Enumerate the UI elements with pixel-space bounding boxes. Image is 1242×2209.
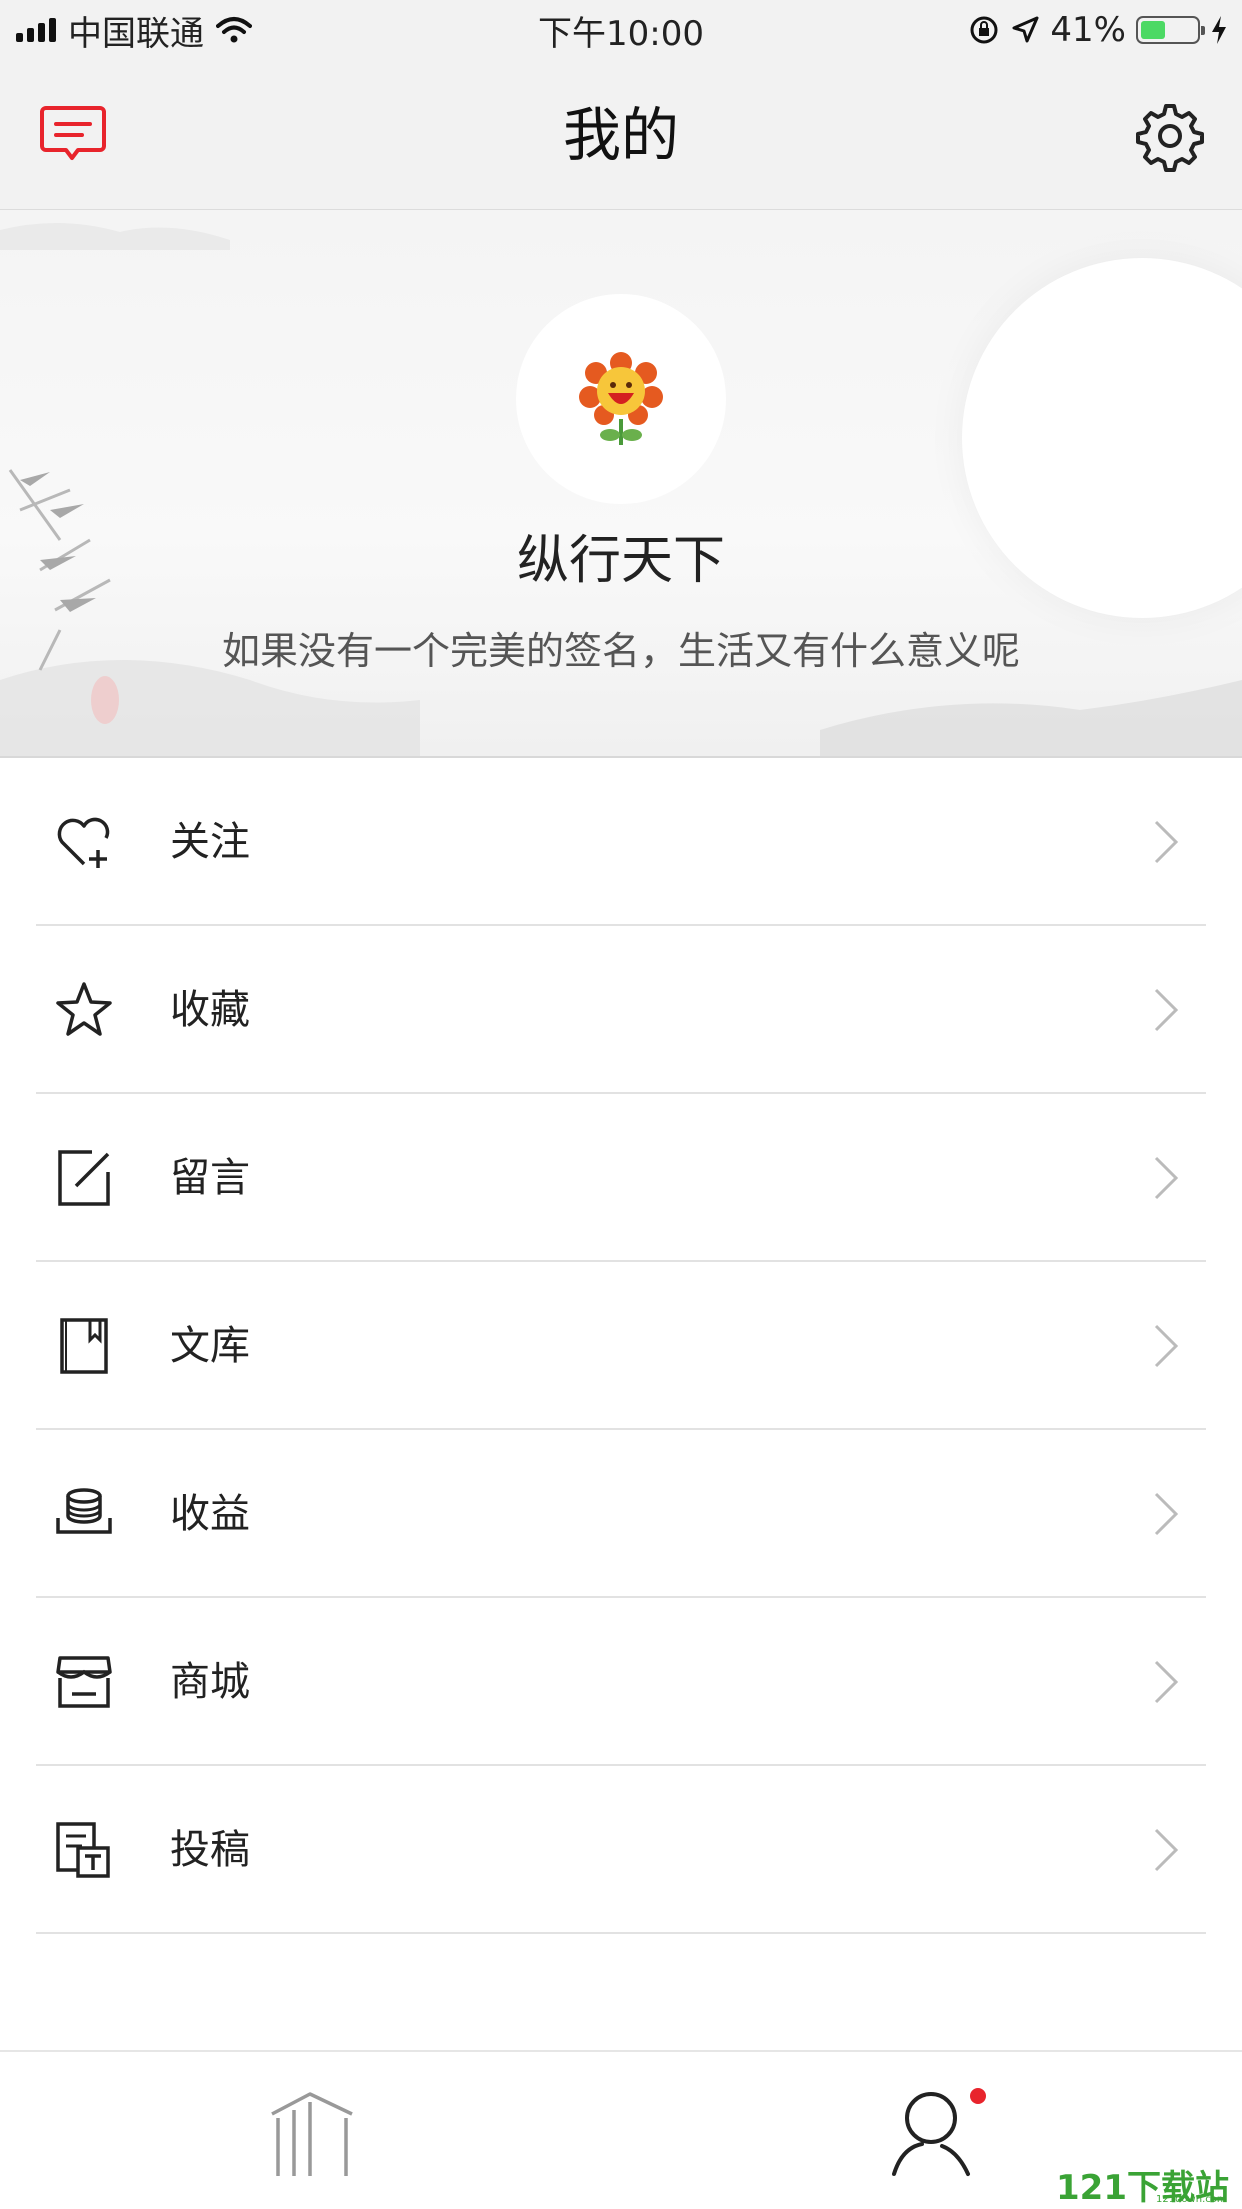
menu-list: 关注 收藏 留言 文库 收益 商城 投稿 <box>0 758 1242 1934</box>
battery-percent: 41% <box>1050 10 1126 50</box>
nav-bar: 我的 <box>0 60 1242 210</box>
menu-item-label: 商城 <box>170 1659 250 1705</box>
location-icon <box>1012 16 1039 43</box>
gear-icon[interactable] <box>1134 100 1206 172</box>
username: 纵行天下 <box>516 531 725 591</box>
menu-item-comments[interactable]: 留言 <box>0 1094 1242 1262</box>
divider <box>36 1932 1206 1934</box>
notification-dot <box>970 2088 986 2104</box>
menu-item-earnings[interactable]: 收益 <box>0 1430 1242 1598</box>
carrier-label: 中国联通 <box>68 13 204 54</box>
menu-item-library[interactable]: 文库 <box>0 1262 1242 1430</box>
user-signature: 如果没有一个完美的签名，生活又有什么意义呢 <box>221 629 1020 673</box>
book-icon <box>60 1318 108 1374</box>
menu-item-label: 关注 <box>170 819 250 865</box>
edit-icon <box>58 1150 110 1206</box>
chevron-right-icon <box>1154 1492 1179 1536</box>
store-icon <box>56 1656 112 1708</box>
page-title: 我的 <box>562 101 679 169</box>
chevron-right-icon <box>1154 1156 1179 1200</box>
signal-icon <box>16 18 56 42</box>
home-icon[interactable] <box>266 2088 358 2180</box>
coins-icon <box>56 1488 112 1534</box>
menu-item-label: 收益 <box>170 1491 250 1537</box>
heart-plus-icon <box>57 817 110 868</box>
battery-icon <box>1136 16 1205 44</box>
charging-icon <box>1212 16 1226 44</box>
rotation-lock-icon <box>970 16 998 44</box>
chevron-right-icon <box>1154 988 1179 1032</box>
wifi-icon <box>216 17 252 43</box>
star-icon <box>56 982 112 1036</box>
menu-item-label: 投稿 <box>170 1827 250 1873</box>
chevron-right-icon <box>1154 1660 1179 1704</box>
chevron-right-icon <box>1154 1324 1179 1368</box>
profile-header: 纵行天下 如果没有一个完美的签名，生活又有什么意义呢 <box>0 210 1242 758</box>
document-icon <box>56 1822 110 1878</box>
sunflower-avatar-icon <box>579 352 663 445</box>
menu-item-label: 收藏 <box>170 987 250 1033</box>
menu-item-submit[interactable]: 投稿 <box>0 1766 1242 1934</box>
avatar[interactable] <box>516 294 726 504</box>
user-icon[interactable] <box>886 2084 976 2180</box>
status-bar: 中国联通 下午10:00 41% <box>0 0 1242 60</box>
menu-item-follow[interactable]: 关注 <box>0 758 1242 926</box>
menu-item-label: 文库 <box>170 1323 250 1369</box>
chevron-right-icon <box>1154 820 1179 864</box>
menu-item-label: 留言 <box>170 1155 250 1201</box>
menu-item-favorites[interactable]: 收藏 <box>0 926 1242 1094</box>
menu-item-mall[interactable]: 商城 <box>0 1598 1242 1766</box>
watermark-url: 121down.com <box>1156 2194 1227 2205</box>
chevron-right-icon <box>1154 1828 1179 1872</box>
